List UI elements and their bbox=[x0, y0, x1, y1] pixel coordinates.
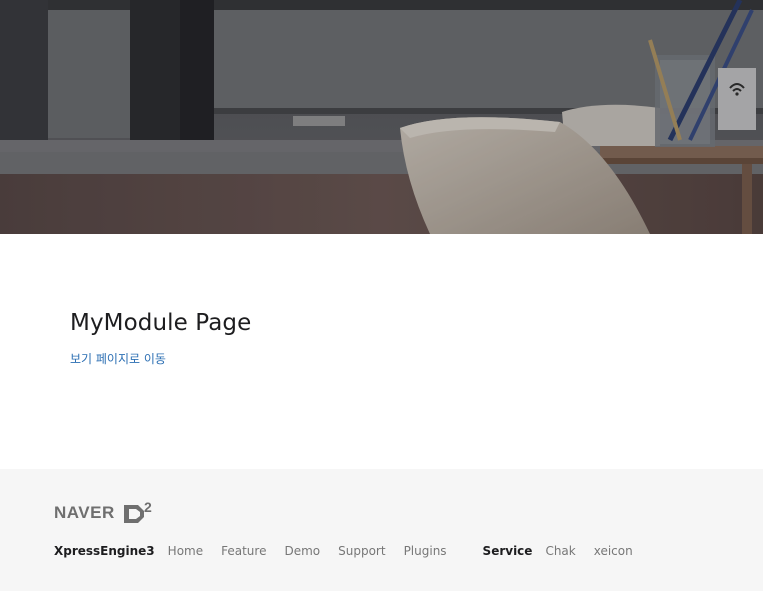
hero-banner bbox=[0, 0, 763, 234]
footer-link-demo[interactable]: Demo bbox=[284, 544, 320, 558]
d2-mark-icon: 2 bbox=[124, 499, 152, 523]
footer-link-plugins[interactable]: Plugins bbox=[404, 544, 447, 558]
footer-link-feature[interactable]: Feature bbox=[221, 544, 266, 558]
page-title: MyModule Page bbox=[70, 310, 252, 336]
footer-nav: XpressEngine3 Home Feature Demo Support … bbox=[54, 544, 651, 558]
footer-link-chak[interactable]: Chak bbox=[545, 544, 575, 558]
footer-brand[interactable]: XpressEngine3 bbox=[54, 544, 155, 558]
hero-office-image bbox=[0, 0, 763, 234]
naver-d2-logo[interactable]: NAVER 2 bbox=[54, 496, 164, 524]
main-content: MyModule Page 보기 페이지로 이동 bbox=[70, 306, 251, 367]
logo-superscript: 2 bbox=[144, 499, 152, 515]
footer-link-xeicon[interactable]: xeicon bbox=[594, 544, 633, 558]
footer: NAVER 2 XpressEngine3 Home Feature Demo … bbox=[0, 469, 763, 591]
page: MyModule Page 보기 페이지로 이동 NAVER 2 XpressE… bbox=[0, 0, 763, 591]
footer-link-home[interactable]: Home bbox=[168, 544, 203, 558]
logo-text: NAVER bbox=[54, 503, 115, 522]
footer-link-support[interactable]: Support bbox=[338, 544, 385, 558]
footer-service-label: Service bbox=[482, 544, 533, 558]
view-page-link[interactable]: 보기 페이지로 이동 bbox=[70, 351, 166, 367]
